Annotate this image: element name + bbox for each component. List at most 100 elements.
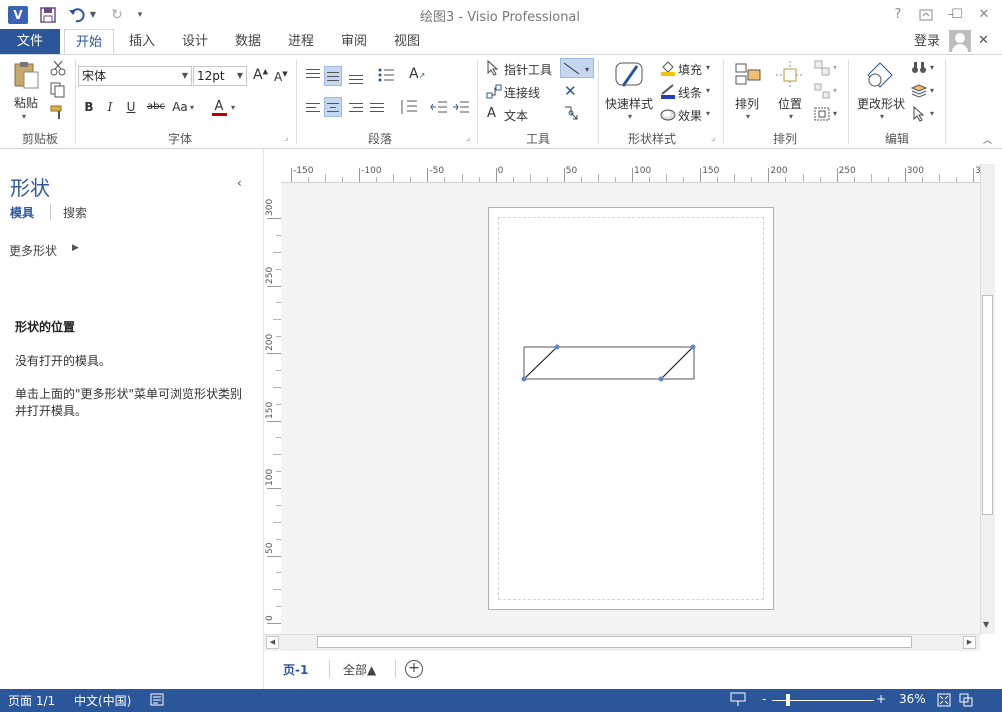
- text-tool-icon[interactable]: A: [487, 106, 496, 121]
- justify-icon[interactable]: [368, 100, 386, 116]
- quick-styles-dropdown-icon[interactable]: ▾: [628, 112, 632, 121]
- vertical-ruler[interactable]: 300 250 200 150 100 50 0: [264, 182, 282, 634]
- connector-button[interactable]: 连接线: [504, 84, 540, 101]
- connection-point-icon[interactable]: [562, 104, 580, 122]
- shrink-font-icon[interactable]: A▼: [274, 70, 288, 84]
- customize-qat-icon[interactable]: ▾: [133, 5, 147, 25]
- font-family-select[interactable]: 宋体 ▼: [78, 66, 192, 86]
- paste-button[interactable]: 粘贴: [14, 94, 38, 111]
- zoom-level[interactable]: 36%: [899, 692, 926, 706]
- font-dialog-launcher-icon[interactable]: ⌟: [284, 134, 292, 143]
- arrange-dropdown-icon[interactable]: ▾: [746, 112, 750, 121]
- strikethrough-button[interactable]: abc: [145, 98, 167, 116]
- line-dropdown-icon[interactable]: ▾: [706, 86, 710, 95]
- select-dropdown-icon[interactable]: ▾: [930, 109, 934, 118]
- group-shapes-icon[interactable]: [814, 83, 830, 99]
- connector-icon[interactable]: [486, 84, 502, 100]
- scroll-left-icon[interactable]: ◀: [266, 636, 279, 649]
- drawing-canvas[interactable]: [281, 183, 980, 634]
- tab-insert[interactable]: 插入: [122, 29, 162, 54]
- align-bottom-icon[interactable]: [347, 70, 365, 86]
- diagonal-line-shape[interactable]: [660, 346, 694, 380]
- tab-search[interactable]: 搜索: [63, 204, 87, 221]
- text-direction-icon[interactable]: A↗: [409, 66, 427, 84]
- layers-dropdown-icon[interactable]: ▾: [930, 86, 934, 95]
- tab-stencils[interactable]: 模具: [10, 204, 34, 221]
- horizontal-ruler[interactable]: -150-100-50050100150200250300350: [281, 164, 980, 183]
- status-language[interactable]: 中文(中国): [74, 692, 131, 709]
- fill-icon[interactable]: [660, 60, 676, 76]
- find-dropdown-icon[interactable]: ▾: [930, 63, 934, 72]
- drawing-svg[interactable]: [489, 208, 775, 611]
- vertical-scroll-thumb[interactable]: [982, 295, 993, 515]
- layers-icon[interactable]: [910, 83, 928, 99]
- tab-home[interactable]: 开始: [64, 29, 114, 54]
- horizontal-scroll-thumb[interactable]: [317, 636, 912, 648]
- line-button[interactable]: 线条: [678, 84, 702, 101]
- effects-dropdown-icon[interactable]: ▾: [706, 109, 710, 118]
- increase-indent-icon[interactable]: [452, 98, 470, 116]
- font-size-select[interactable]: 12pt ▼: [193, 66, 247, 86]
- format-painter-icon[interactable]: [50, 104, 66, 120]
- zoom-in-button[interactable]: +: [876, 692, 886, 706]
- scroll-down-icon[interactable]: ▼: [983, 620, 989, 629]
- decrease-indent-icon[interactable]: [430, 98, 448, 116]
- fill-button[interactable]: 填充: [678, 61, 702, 78]
- grow-font-icon[interactable]: A▲: [253, 67, 268, 83]
- selection-handle[interactable]: [554, 344, 560, 350]
- save-icon[interactable]: [37, 5, 59, 25]
- align-center-icon[interactable]: [324, 97, 342, 117]
- change-case-button[interactable]: Aa: [169, 98, 191, 116]
- paste-dropdown-icon[interactable]: ▾: [22, 112, 26, 121]
- effects-button[interactable]: 效果: [678, 107, 702, 124]
- fill-dropdown-icon[interactable]: ▾: [706, 63, 710, 72]
- tab-page-1[interactable]: 页-1: [283, 661, 308, 678]
- add-page-button[interactable]: +: [405, 660, 423, 678]
- line-icon[interactable]: [660, 83, 676, 99]
- position-dropdown-icon[interactable]: ▾: [789, 112, 793, 121]
- tab-review[interactable]: 审阅: [334, 29, 374, 54]
- status-page-number[interactable]: 页面 1/1: [8, 692, 55, 709]
- container-dropdown-icon[interactable]: ▾: [833, 109, 837, 118]
- paragraph-spacing-icon[interactable]: [400, 98, 418, 116]
- text-tool-button[interactable]: 文本: [504, 107, 528, 124]
- presentation-mode-icon[interactable]: [730, 692, 746, 707]
- find-icon[interactable]: [911, 60, 927, 76]
- help-button[interactable]: ?: [886, 6, 910, 24]
- select-icon[interactable]: [911, 105, 927, 122]
- redo-icon[interactable]: ↻: [106, 5, 128, 25]
- maximize-button[interactable]: ☐: [945, 6, 969, 24]
- diagonal-line-shape[interactable]: [523, 346, 558, 380]
- pointer-tool-icon[interactable]: [486, 59, 500, 76]
- effects-icon[interactable]: [660, 106, 676, 122]
- fit-page-icon[interactable]: [937, 693, 951, 707]
- selection-handle[interactable]: [658, 376, 664, 382]
- rectangle-shape[interactable]: [523, 346, 695, 380]
- tab-process[interactable]: 进程: [281, 29, 321, 54]
- align-top-icon[interactable]: [304, 66, 322, 82]
- zoom-slider-thumb[interactable]: [786, 694, 790, 706]
- close-tool-icon[interactable]: ✕: [564, 82, 577, 100]
- bullets-icon[interactable]: [377, 66, 395, 84]
- container-icon[interactable]: [814, 106, 830, 122]
- selection-handle[interactable]: [521, 376, 527, 382]
- copy-icon[interactable]: [50, 82, 66, 98]
- align-middle-icon[interactable]: [324, 66, 342, 86]
- font-color-button[interactable]: A: [210, 98, 228, 116]
- ribbon-options-icon[interactable]: [914, 6, 938, 24]
- undo-dropdown-icon[interactable]: ▼: [88, 5, 98, 25]
- bold-button[interactable]: B: [80, 98, 98, 116]
- change-case-dropdown-icon[interactable]: ▾: [190, 103, 194, 112]
- quick-styles-icon[interactable]: [613, 60, 647, 92]
- macro-record-icon[interactable]: [150, 693, 164, 706]
- paragraph-dialog-launcher-icon[interactable]: ⌟: [466, 134, 474, 143]
- cut-icon[interactable]: [50, 60, 66, 76]
- zoom-out-button[interactable]: -: [762, 692, 766, 706]
- tab-design[interactable]: 设计: [175, 29, 215, 54]
- collapse-ribbon-chevron-icon[interactable]: ︿: [983, 133, 992, 146]
- position-icon[interactable]: [775, 60, 805, 90]
- quick-styles-button[interactable]: 快速样式: [605, 95, 653, 112]
- tab-file[interactable]: 文件: [0, 29, 60, 54]
- group-dropdown-icon[interactable]: ▾: [833, 86, 837, 95]
- change-shape-icon[interactable]: [864, 60, 896, 92]
